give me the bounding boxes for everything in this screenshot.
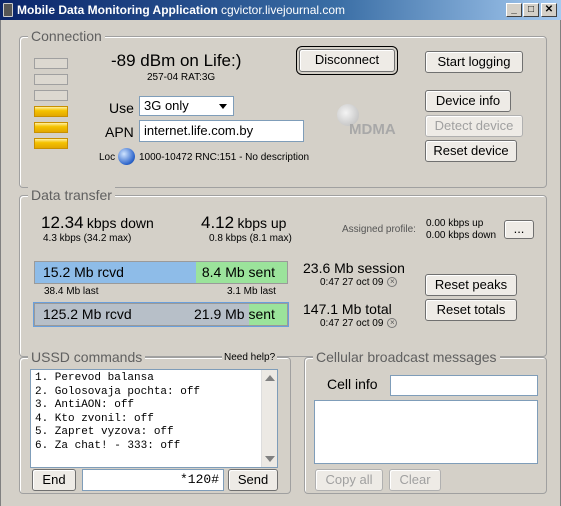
scroll-down-icon[interactable] xyxy=(265,456,275,462)
ussd-lines: 1. Perevod balansa 2. Golosovaja pochta: … xyxy=(35,372,273,453)
assigned-profile-label: Assigned profile: xyxy=(342,224,416,235)
session-time: 0:47 27 oct 09 × xyxy=(320,277,398,288)
ussd-line: 5. Zapret vyzova: off xyxy=(35,426,174,438)
signal-bar xyxy=(34,122,68,133)
up-speed-value: 4.12 xyxy=(201,213,235,232)
total-sent-label: 21.9 Mb sent xyxy=(194,306,275,322)
session-time-value: 0:47 27 oct 09 xyxy=(320,277,384,288)
cell-info-input[interactable] xyxy=(390,375,538,396)
reset-session-icon[interactable]: × xyxy=(387,277,398,288)
ussd-scrollbar[interactable] xyxy=(261,370,277,467)
up-speed-sub: 0.8 kbps (8.1 max) xyxy=(209,233,292,244)
profile-button[interactable]: ... xyxy=(504,220,534,239)
ussd-command-input[interactable]: *120# xyxy=(82,469,224,491)
loc-value: 1000-10472 RNC:151 - No description xyxy=(139,152,310,163)
up-speed-unit: kbps up xyxy=(237,215,287,231)
start-logging-button[interactable]: Start logging xyxy=(425,51,523,73)
grand-total: 147.1 Mb total xyxy=(303,301,392,317)
device-info-button[interactable]: Device info xyxy=(425,90,511,112)
reset-device-button[interactable]: Reset device xyxy=(425,140,517,162)
loc-label: Loc xyxy=(99,152,116,163)
session-sent-label: 8.4 Mb sent xyxy=(201,264,275,280)
cell-info-text: 257-04 RAT:3G xyxy=(147,72,216,83)
down-speed-sub: 4.3 kbps (34.2 max) xyxy=(43,233,132,244)
broadcast-messages-area[interactable] xyxy=(314,400,538,464)
window-subtitle: cgvictor.livejournal.com xyxy=(221,3,346,17)
rcvd-last: 38.4 Mb last xyxy=(44,286,99,297)
signal-bar xyxy=(34,58,68,69)
down-speed-value: 12.34 xyxy=(41,213,84,232)
ussd-send-button[interactable]: Send xyxy=(228,469,278,491)
signal-text: -89 dBm on Life:) xyxy=(111,51,242,70)
ussd-line: 4. Kto zvonil: off xyxy=(35,412,154,425)
data-transfer-group-label: Data transfer xyxy=(28,187,115,203)
connection-group-label: Connection xyxy=(28,28,105,44)
session-transfer-bar: 15.2 Mb rcvd 8.4 Mb sent xyxy=(34,261,288,284)
session-rcvd-segment: 15.2 Mb rcvd xyxy=(35,262,196,283)
globe-icon xyxy=(118,148,135,165)
scroll-up-icon[interactable] xyxy=(265,375,275,381)
clear-button[interactable]: Clear xyxy=(389,469,441,491)
total-time-value: 0:47 27 oct 09 xyxy=(320,318,384,329)
network-mode-select[interactable]: 3G only xyxy=(139,96,234,116)
minimize-button[interactable]: _ xyxy=(506,3,522,17)
down-speed-unit: kbps down xyxy=(86,215,154,231)
close-button[interactable]: ✕ xyxy=(541,3,557,17)
assigned-up: 0.00 kbps up xyxy=(426,218,484,229)
copy-all-button[interactable]: Copy all xyxy=(315,469,383,491)
reset-total-icon[interactable]: × xyxy=(387,318,398,329)
signal-bar xyxy=(34,90,68,101)
ussd-line: 6. Za chat! - 333: off xyxy=(35,439,181,452)
session-sent-segment: 8.4 Mb sent xyxy=(196,262,287,283)
maximize-button[interactable]: □ xyxy=(523,3,539,17)
mdma-logo-text: MDMA xyxy=(349,121,396,138)
assigned-down: 0.00 kbps down xyxy=(426,230,497,241)
ussd-line: 3. AntiAON: off xyxy=(35,399,135,411)
reset-peaks-button[interactable]: Reset peaks xyxy=(425,274,517,296)
apn-input[interactable]: internet.life.com.by xyxy=(139,120,304,142)
signal-bar xyxy=(34,138,68,149)
total-transfer-bar: 125.2 Mb rcvd 21.9 Mb sent xyxy=(34,303,288,326)
network-mode-value: 3G only xyxy=(144,98,189,113)
sent-last: 3.1 Mb last xyxy=(227,286,276,297)
session-rcvd-label: 15.2 Mb rcvd xyxy=(43,264,124,280)
total-rcvd-label: 125.2 Mb rcvd xyxy=(43,306,132,322)
ussd-line: 1. Perevod balansa xyxy=(35,372,154,384)
title-bar: Mobile Data Monitoring Application cgvic… xyxy=(0,0,561,20)
ussd-output[interactable]: 1. Perevod balansa 2. Golosovaja pochta: … xyxy=(30,369,278,468)
main-window: Connection -89 dBm on Life:) 257-04 RAT:… xyxy=(0,20,561,506)
broadcast-group-label: Cellular broadcast messages xyxy=(313,349,500,365)
ussd-line: 2. Golosovaja pochta: off xyxy=(35,385,201,398)
chevron-down-icon xyxy=(219,104,227,109)
cell-info-label: Cell info xyxy=(327,376,378,392)
total-time: 0:47 27 oct 09 × xyxy=(320,318,398,329)
session-total: 23.6 Mb session xyxy=(303,260,405,276)
disconnect-button[interactable]: Disconnect xyxy=(296,46,398,75)
ussd-group-label: USSD commands xyxy=(28,349,146,365)
need-help-link[interactable]: Need help? xyxy=(222,352,278,363)
reset-totals-button[interactable]: Reset totals xyxy=(425,299,517,321)
down-speed: 12.34 kbps down xyxy=(41,213,154,233)
window-title: Mobile Data Monitoring Application xyxy=(17,3,218,17)
ussd-end-button[interactable]: End xyxy=(32,469,76,491)
apn-label: APN xyxy=(105,124,134,140)
signal-bar xyxy=(34,74,68,85)
up-speed: 4.12 kbps up xyxy=(201,213,286,233)
phone-icon xyxy=(3,3,13,17)
detect-device-button[interactable]: Detect device xyxy=(425,115,523,137)
signal-bar xyxy=(34,106,68,117)
use-label: Use xyxy=(109,100,134,116)
